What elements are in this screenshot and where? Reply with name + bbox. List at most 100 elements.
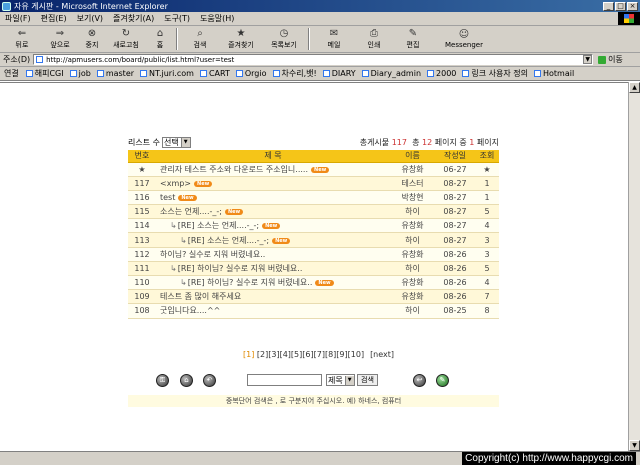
menu-item-4[interactable]: 도구(T): [159, 13, 195, 24]
page-link[interactable]: [3]: [268, 350, 279, 359]
table-row[interactable]: 113 ↳[RE] 소스는 언제....-_-; New 하이 08-27 3: [128, 232, 499, 248]
toolbar-button-10[interactable]: ✎ 편집: [392, 27, 434, 52]
row-author: 하이: [390, 204, 435, 220]
table-row[interactable]: 116 test New 박창현 08-27 1: [128, 190, 499, 206]
minimize-button[interactable]: _: [603, 1, 614, 11]
menu-item-1[interactable]: 편집(E): [36, 13, 72, 24]
close-button[interactable]: ×: [627, 1, 638, 11]
page-link[interactable]: [6]: [302, 350, 313, 359]
table-row[interactable]: 114 ↳[RE] 소스는 언제....-_-; New 유창화 08-27 4: [128, 218, 499, 234]
toolbar-button-5[interactable]: ⌕ 검색: [180, 27, 220, 52]
link-item[interactable]: master: [94, 69, 137, 78]
maximize-button[interactable]: □: [615, 1, 626, 11]
row-subject[interactable]: [RE] 소스는 언제....-_-;: [188, 236, 269, 245]
row-subject-cell[interactable]: 굿입니다요....^^: [156, 303, 390, 319]
link-item[interactable]: Diary_admin: [359, 69, 424, 78]
toolbar-button-4[interactable]: ⌂ 홈: [146, 27, 174, 52]
toolbar-button-3[interactable]: ↻ 새로고침: [106, 27, 146, 52]
row-subject[interactable]: 소스는 언제....-_-;: [160, 207, 222, 216]
row-subject-cell[interactable]: <xmp> New: [156, 176, 390, 191]
go-button[interactable]: 이동: [598, 54, 623, 65]
link-item[interactable]: 차수리,뱃!: [270, 68, 320, 79]
link-item[interactable]: job: [67, 69, 94, 78]
menu-item-0[interactable]: 파일(F): [0, 13, 36, 24]
toolbar-button-6[interactable]: ★ 즐겨찾기: [220, 27, 262, 52]
row-subject-cell[interactable]: 테스트 좀 많이 해주세요: [156, 289, 390, 305]
page-info: 총게시물 117 총 12 페이지 중 1 페이지: [359, 138, 499, 147]
scroll-down-icon[interactable]: ▼: [629, 440, 640, 451]
header-date: 작성일: [435, 150, 475, 163]
table-row[interactable]: ★ 관리자 테스트 주소와 다운로드 주소입니..... New 유창화 06-27 ★: [128, 162, 499, 177]
search-button[interactable]: 검색: [357, 374, 378, 386]
page-link[interactable]: [10]: [348, 350, 364, 359]
link-item[interactable]: Hotmail: [531, 69, 577, 78]
table-row[interactable]: 112 하이님? 실수로 지워 버렸네요.. 유창화 08-26 3: [128, 247, 499, 262]
row-subject-cell[interactable]: 하이님? 실수로 지워 버렸네요..: [156, 247, 390, 262]
row-subject-cell[interactable]: ↳[RE] 하이님? 실수로 지워 버렸네요.. New: [156, 275, 390, 291]
row-subject-cell[interactable]: 소스는 언제....-_-; New: [156, 204, 390, 220]
table-row[interactable]: 115 소스는 언제....-_-; New 하이 08-27 5: [128, 204, 499, 220]
link-item[interactable]: DIARY: [320, 69, 359, 78]
row-subject[interactable]: test: [160, 193, 175, 202]
toolbar-button-9[interactable]: ⎙ 인쇄: [356, 27, 392, 52]
row-subject[interactable]: 테스트 좀 많이 해주세요: [160, 292, 241, 301]
scroll-up-icon[interactable]: ▲: [629, 82, 640, 93]
address-dropdown-icon[interactable]: ▼: [583, 55, 593, 64]
reply-icon[interactable]: ↩: [413, 374, 426, 387]
back-icon[interactable]: ↶: [203, 374, 216, 387]
menu-item-2[interactable]: 보기(V): [72, 13, 108, 24]
page-link[interactable]: [9]: [336, 350, 347, 359]
page-link[interactable]: [4]: [280, 350, 291, 359]
row-subject-cell[interactable]: 관리자 테스트 주소와 다운로드 주소입니..... New: [156, 162, 390, 177]
page-link[interactable]: [2]: [257, 350, 268, 359]
board: 리스트 수 선택 ▼ 총게시물 117 총 12 페이지 중 1 페이지 번호: [128, 134, 499, 319]
page-link[interactable]: [7]: [314, 350, 325, 359]
link-item[interactable]: Orgio: [233, 69, 270, 78]
search-input[interactable]: [247, 374, 322, 386]
row-subject[interactable]: 굿입니다요....^^: [160, 306, 220, 315]
search-field-select[interactable]: 제목 ▼: [326, 374, 355, 386]
list-count-select[interactable]: 선택 ▼: [161, 137, 191, 148]
row-subject[interactable]: <xmp>: [160, 179, 191, 188]
vertical-scrollbar[interactable]: ▲ ▼: [628, 82, 640, 451]
table-row[interactable]: 108 굿입니다요....^^ 하이 08-25 8: [128, 303, 499, 319]
window-title: 자유 게시판 - Microsoft Internet Explorer: [14, 1, 168, 11]
address-input[interactable]: [46, 55, 584, 64]
row-subject-cell[interactable]: ↳[RE] 소스는 언제....-_-; New: [156, 218, 390, 234]
row-subject-cell[interactable]: test New: [156, 190, 390, 206]
table-row[interactable]: 111 ↳[RE] 하이님? 실수로 지워 버렸네요.. 하이 08-26 5: [128, 261, 499, 277]
menu-item-3[interactable]: 즐겨찾기(A): [108, 13, 159, 24]
link-item[interactable]: 해피CGI: [23, 68, 67, 79]
toolbar-button-7[interactable]: ◷ 목록보기: [262, 27, 306, 52]
page-link[interactable]: [8]: [325, 350, 336, 359]
table-row[interactable]: 110 ↳[RE] 하이님? 실수로 지워 버렸네요.. New 유창화 08-26 4: [128, 275, 499, 291]
link-item[interactable]: CART: [197, 69, 233, 78]
row-subject[interactable]: 하이님? 실수로 지워 버렸네요..: [160, 250, 265, 259]
link-item[interactable]: 2000: [424, 69, 459, 78]
link-item[interactable]: 링크 사용자 정의: [459, 68, 531, 79]
table-row[interactable]: 109 테스트 좀 많이 해주세요 유창화 08-26 7: [128, 289, 499, 305]
new-badge-icon: New: [315, 280, 334, 287]
page-link[interactable]: [5]: [291, 350, 302, 359]
toolbar-button-1[interactable]: ⇒ 앞으로: [42, 27, 78, 52]
link-item[interactable]: NT.juri.com: [137, 69, 197, 78]
row-subject[interactable]: [RE] 하이님? 실수로 지워 버렸네요..: [188, 278, 313, 287]
row-subject-cell[interactable]: ↳[RE] 소스는 언제....-_-; New: [156, 232, 390, 248]
toolbar-button-8[interactable]: ✉ 메일: [312, 27, 356, 52]
row-subject[interactable]: [RE] 소스는 언제....-_-;: [178, 221, 259, 230]
write-icon[interactable]: ✎: [436, 374, 449, 387]
address-field[interactable]: ▼: [33, 54, 594, 65]
next-page-link[interactable]: [next]: [370, 350, 394, 359]
window-titlebar: 자유 게시판 - Microsoft Internet Explorer _ □…: [0, 0, 640, 12]
toolbar-button-2[interactable]: ⊗ 중지: [78, 27, 106, 52]
menu-item-5[interactable]: 도움말(H): [195, 13, 239, 24]
home-icon[interactable]: ⌂: [180, 374, 193, 387]
row-subject[interactable]: [RE] 하이님? 실수로 지워 버렸네요..: [178, 264, 303, 273]
link-label: Diary_admin: [370, 69, 422, 78]
row-subject-cell[interactable]: ↳[RE] 하이님? 실수로 지워 버렸네요..: [156, 261, 390, 277]
lock-icon[interactable]: ⚿: [156, 374, 169, 387]
table-row[interactable]: 117 <xmp> New 테스터 08-27 1: [128, 176, 499, 191]
toolbar-button-11[interactable]: ☺ Messenger: [434, 27, 494, 52]
row-subject[interactable]: 관리자 테스트 주소와 다운로드 주소입니.....: [160, 165, 308, 174]
toolbar-button-0[interactable]: ⇐ 뒤로: [2, 27, 42, 52]
